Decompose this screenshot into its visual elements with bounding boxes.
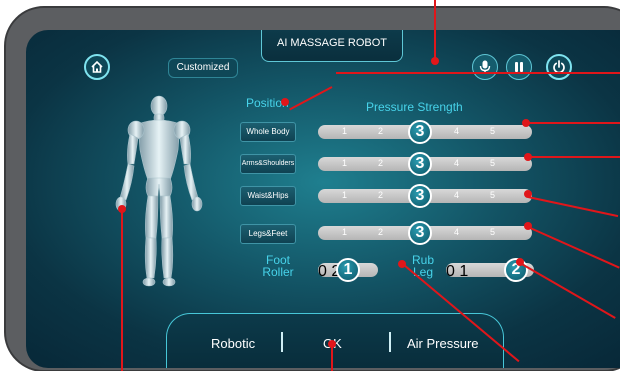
callout-line bbox=[336, 72, 620, 74]
pressure-slider-whole-body[interactable]: 1 2 4 5 3 bbox=[318, 120, 532, 144]
power-button[interactable] bbox=[546, 54, 572, 80]
slider-tick: 5 bbox=[490, 190, 496, 200]
home-icon bbox=[91, 60, 103, 73]
slider-tick: 1 bbox=[342, 190, 348, 200]
callout-line bbox=[331, 344, 333, 371]
position-label: Legs&Feet bbox=[248, 229, 288, 238]
callout-line bbox=[121, 210, 123, 371]
slider-tick: 1 bbox=[459, 263, 469, 280]
slider-tick: 2 bbox=[378, 190, 384, 200]
callout-dot bbox=[516, 258, 524, 266]
slider-tick: 2 bbox=[378, 158, 384, 168]
slider-knob[interactable]: 3 bbox=[408, 120, 432, 144]
home-button[interactable] bbox=[84, 54, 110, 80]
bottom-separator bbox=[389, 332, 391, 352]
position-label: Arms&Shoulders bbox=[241, 160, 295, 167]
callout-dot bbox=[524, 190, 532, 198]
foot-roller-label: Foot Roller bbox=[254, 254, 302, 278]
callout-dot bbox=[524, 153, 532, 161]
position-whole-body-button[interactable]: Whole Body bbox=[240, 122, 296, 142]
slider-tick: 2 bbox=[378, 126, 384, 136]
slider-tick: 4 bbox=[454, 227, 460, 237]
foot-roller-knob[interactable]: 1 bbox=[336, 258, 360, 282]
slider-tick: 5 bbox=[490, 158, 496, 168]
slider-tick: 4 bbox=[454, 126, 460, 136]
app-title: AI MASSAGE ROBOT bbox=[261, 30, 403, 62]
position-label: Waist&Hips bbox=[247, 191, 289, 200]
microphone-button[interactable] bbox=[472, 54, 498, 80]
callout-dot bbox=[522, 119, 530, 127]
slider-knob[interactable]: 3 bbox=[408, 152, 432, 176]
position-legs-feet-button[interactable]: Legs&Feet bbox=[240, 224, 296, 244]
callout-dot bbox=[328, 340, 336, 348]
device-frame: AI MASSAGE ROBOT Customized Position Pre… bbox=[4, 6, 620, 371]
slider-tick: 1 bbox=[342, 126, 348, 136]
callout-dot bbox=[398, 260, 406, 268]
slider-tick: 5 bbox=[490, 126, 496, 136]
pause-button[interactable] bbox=[506, 54, 532, 80]
position-label: Whole Body bbox=[246, 127, 290, 136]
slider-tick: 5 bbox=[490, 227, 496, 237]
callout-dot bbox=[281, 98, 289, 106]
slider-tick: 0 bbox=[318, 263, 327, 280]
callout-line bbox=[528, 156, 620, 158]
pressure-strength-heading: Pressure Strength bbox=[366, 100, 463, 114]
slider-knob[interactable]: 3 bbox=[408, 184, 432, 208]
pressure-slider-legs-feet[interactable]: 1 2 4 5 3 bbox=[318, 221, 532, 245]
slider-tick: 1 bbox=[342, 227, 348, 237]
callout-dot bbox=[524, 222, 532, 230]
position-waist-hips-button[interactable]: Waist&Hips bbox=[240, 186, 296, 206]
screen: AI MASSAGE ROBOT Customized Position Pre… bbox=[26, 30, 620, 368]
pressure-slider-arms-shoulders[interactable]: 1 2 4 5 3 bbox=[318, 152, 532, 176]
slider-tick: 0 bbox=[446, 263, 455, 280]
air-pressure-mode-button[interactable]: Air Pressure bbox=[407, 336, 479, 351]
slider-knob[interactable]: 3 bbox=[408, 221, 432, 245]
bottom-separator bbox=[281, 332, 283, 352]
callout-dot bbox=[431, 57, 439, 65]
robotic-mode-button[interactable]: Robotic bbox=[211, 336, 255, 351]
pressure-slider-waist-hips[interactable]: 1 2 4 5 3 bbox=[318, 184, 532, 208]
foot-roller-slider[interactable]: 0 2 1 bbox=[318, 258, 378, 282]
slider-tick: 1 bbox=[342, 158, 348, 168]
slider-tick: 4 bbox=[454, 190, 460, 200]
slider-tick: 4 bbox=[454, 158, 460, 168]
foot-roller-label-line2: Roller bbox=[262, 265, 294, 279]
callout-line bbox=[434, 0, 436, 60]
position-arms-shoulders-button[interactable]: Arms&Shoulders bbox=[240, 154, 296, 174]
rub-leg-label: Rub Leg bbox=[408, 254, 438, 278]
slider-tick: 2 bbox=[378, 227, 384, 237]
callout-line bbox=[526, 122, 620, 124]
customized-button[interactable]: Customized bbox=[168, 58, 238, 78]
callout-dot bbox=[118, 205, 126, 213]
